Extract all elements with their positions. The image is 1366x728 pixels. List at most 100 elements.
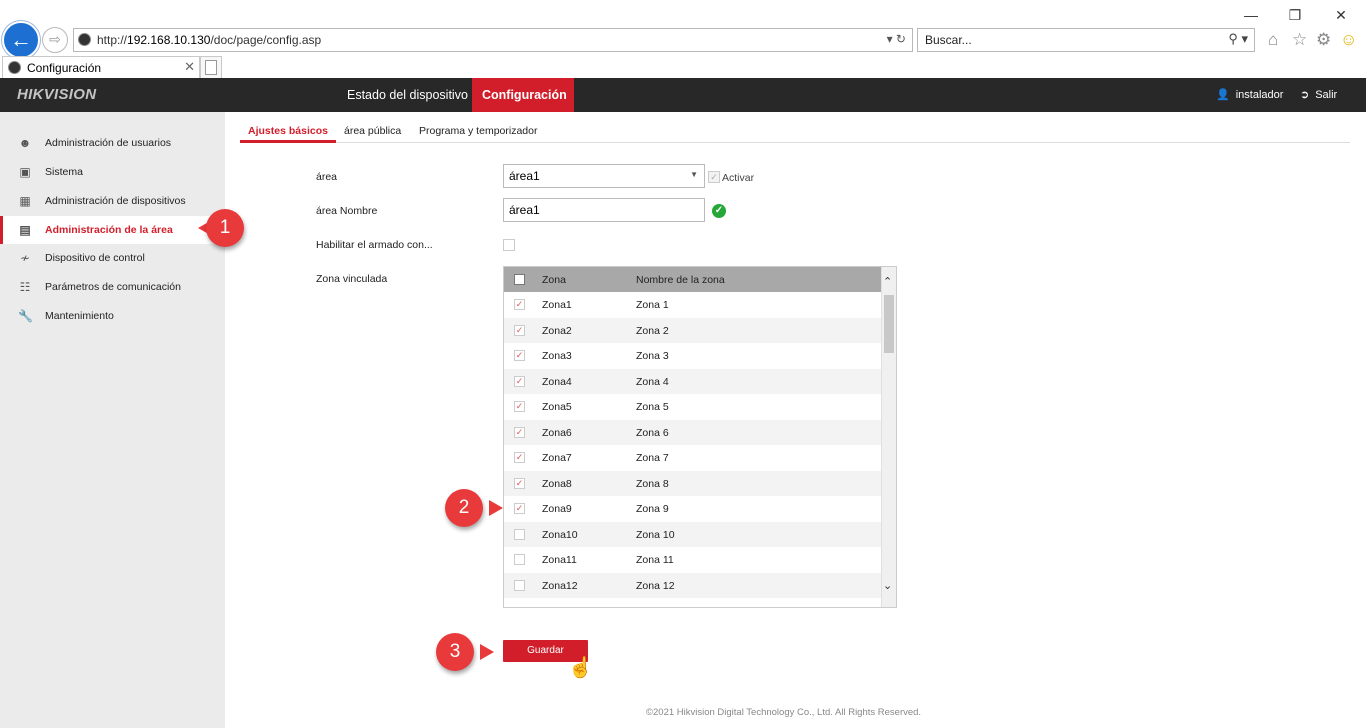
- zone-name: Zona 2: [636, 324, 669, 337]
- network-icon: ☷: [19, 280, 31, 294]
- star-icon[interactable]: ☆: [1292, 30, 1307, 50]
- nav-configuration[interactable]: Configuración: [472, 78, 574, 112]
- sidebar-item-area[interactable]: ▤ Administración de la área: [0, 216, 225, 244]
- zone-id: Zona8: [542, 477, 572, 490]
- table-row[interactable]: ✓ Zona3 Zona 3: [504, 343, 882, 369]
- logout-button[interactable]: ➲ Salir: [1300, 88, 1337, 101]
- logo: HIKVISION: [17, 86, 97, 103]
- tab-schedule-timer[interactable]: Programa y temporizador: [419, 125, 537, 137]
- home-icon[interactable]: ⌂: [1268, 30, 1278, 50]
- zone-id: Zona2: [542, 324, 572, 337]
- callout-pointer: [489, 500, 503, 516]
- zone-checkbox[interactable]: ✓: [514, 426, 525, 438]
- zone-id: Zona1: [542, 299, 572, 311]
- arm-checkbox[interactable]: [503, 239, 515, 251]
- search-input[interactable]: Buscar...: [925, 33, 972, 47]
- tab-favicon-icon: [8, 61, 21, 74]
- zone-name: Zona 12: [636, 579, 675, 592]
- zone-name: Zona 5: [636, 401, 669, 413]
- username: instalador: [1235, 89, 1284, 101]
- search-bar[interactable]: Buscar... ⚲ ▾: [917, 28, 1255, 52]
- area-select[interactable]: área1 ▼: [503, 164, 705, 188]
- zone-name: Zona 4: [636, 375, 669, 388]
- zone-checkbox[interactable]: [514, 579, 525, 591]
- chevron-down-icon: ▼: [690, 170, 698, 179]
- sidebar-item-maintenance[interactable]: 🔧 Mantenimiento: [0, 302, 225, 330]
- callout-pointer: [480, 644, 494, 660]
- restore-icon[interactable]: ❐: [1284, 6, 1306, 24]
- zone-name: Zona 9: [636, 503, 669, 515]
- search-icon[interactable]: ⚲ ▾: [1228, 31, 1248, 47]
- tab-basic-settings[interactable]: Ajustes básicos: [248, 125, 328, 137]
- table-row[interactable]: ✓ Zona9 Zona 9: [504, 496, 882, 522]
- refresh-icon[interactable]: ▾ ↻: [887, 32, 906, 46]
- zone-id: Zona7: [542, 452, 572, 464]
- sidebar-item-control-device[interactable]: ≁ Dispositivo de control: [0, 244, 225, 272]
- nav-device-status[interactable]: Estado del dispositivo: [337, 78, 478, 112]
- zone-rows: ✓ Zona1 Zona 1 ✓ Zona2 Zona 2 ✓ Zona3 Zona 3 ✓ Zon…: [504, 292, 882, 598]
- chevron-down-icon[interactable]: ⌄: [883, 579, 892, 592]
- area-label: área: [316, 171, 338, 183]
- check-circle-icon: ✓: [712, 204, 726, 218]
- sidebar-item-devices[interactable]: ▦ Administración de dispositivos: [0, 187, 225, 215]
- sidebar-item-label: Administración de la área: [45, 224, 173, 236]
- new-tab-button[interactable]: [200, 56, 222, 78]
- zone-checkbox[interactable]: ✓: [514, 350, 525, 361]
- column-header-zone: Zona: [542, 274, 566, 286]
- callout-1: 1: [196, 209, 244, 247]
- scrollbar-thumb[interactable]: [884, 295, 894, 353]
- zone-checkbox[interactable]: ✓: [514, 452, 525, 463]
- back-button[interactable]: ←: [2, 21, 40, 59]
- user-menu[interactable]: 👤 instalador: [1216, 88, 1283, 101]
- zone-name: Zona 7: [636, 452, 669, 464]
- zone-checkbox[interactable]: ✓: [514, 401, 525, 412]
- activar-checkbox[interactable]: ✓: [708, 171, 720, 183]
- active-tab-indicator: [240, 140, 336, 143]
- url-text[interactable]: http://192.168.10.130/doc/page/config.as…: [97, 33, 321, 47]
- zone-checkbox[interactable]: ✓: [514, 375, 525, 387]
- table-row[interactable]: Zona12 Zona 12: [504, 572, 882, 598]
- zone-checkbox[interactable]: ✓: [514, 477, 525, 489]
- zone-id: Zona3: [542, 350, 572, 362]
- minimize-icon[interactable]: —: [1240, 6, 1262, 24]
- devices-icon: ▦: [19, 194, 31, 208]
- sidebar-item-label: Administración de usuarios: [45, 137, 172, 149]
- zone-checkbox[interactable]: [514, 528, 525, 540]
- table-row[interactable]: ✓ Zona7 Zona 7: [504, 445, 882, 471]
- table-row[interactable]: ✓ Zona2 Zona 2: [504, 317, 882, 343]
- table-row[interactable]: ✓ Zona8 Zona 8: [504, 470, 882, 496]
- close-icon[interactable]: ✕: [1330, 6, 1352, 24]
- tab-close-icon[interactable]: ✕: [184, 59, 195, 75]
- sidebar-item-communication[interactable]: ☷ Parámetros de comunicación: [0, 273, 225, 301]
- address-bar[interactable]: http://192.168.10.130/doc/page/config.as…: [73, 28, 913, 52]
- table-row[interactable]: ✓ Zona5 Zona 5: [504, 394, 882, 420]
- table-row[interactable]: ✓ Zona1 Zona 1: [504, 292, 882, 318]
- zone-name: Zona 11: [636, 554, 674, 566]
- table-row[interactable]: ✓ Zona4 Zona 4: [504, 368, 882, 394]
- zone-checkbox[interactable]: ✓: [514, 503, 525, 514]
- zone-table-header: Zona Nombre de la zona: [504, 267, 882, 292]
- sidebar-item-users[interactable]: ☻ Administración de usuarios: [0, 129, 225, 157]
- chevron-up-icon[interactable]: ⌃: [883, 275, 892, 288]
- smiley-icon[interactable]: ☺: [1340, 30, 1357, 50]
- zone-checkbox[interactable]: ✓: [514, 324, 525, 336]
- forward-button[interactable]: ⇨: [42, 27, 68, 53]
- zone-name: Zona 3: [636, 350, 669, 362]
- browser-tab[interactable]: Configuración ✕: [2, 56, 200, 79]
- zone-id: Zona12: [542, 579, 578, 592]
- area-icon: ▤: [19, 223, 31, 237]
- sidebar-item-label: Sistema: [45, 166, 83, 178]
- zone-checkbox[interactable]: ✓: [514, 299, 525, 310]
- table-row[interactable]: Zona10 Zona 10: [504, 521, 882, 547]
- select-all-checkbox[interactable]: [514, 274, 525, 285]
- table-row[interactable]: Zona11 Zona 11: [504, 547, 882, 573]
- scrollbar[interactable]: ⌃ ⌄: [881, 267, 896, 607]
- gear-icon[interactable]: ⚙: [1316, 30, 1331, 50]
- sidebar-item-system[interactable]: ▣ Sistema: [0, 158, 225, 186]
- area-name-field[interactable]: área1: [503, 198, 705, 222]
- callout-number: 2: [445, 489, 483, 527]
- table-row[interactable]: ✓ Zona6 Zona 6: [504, 419, 882, 445]
- tab-public-area[interactable]: área pública: [344, 125, 401, 137]
- hand-cursor-icon: ☝: [568, 657, 593, 679]
- zone-checkbox[interactable]: [514, 554, 525, 565]
